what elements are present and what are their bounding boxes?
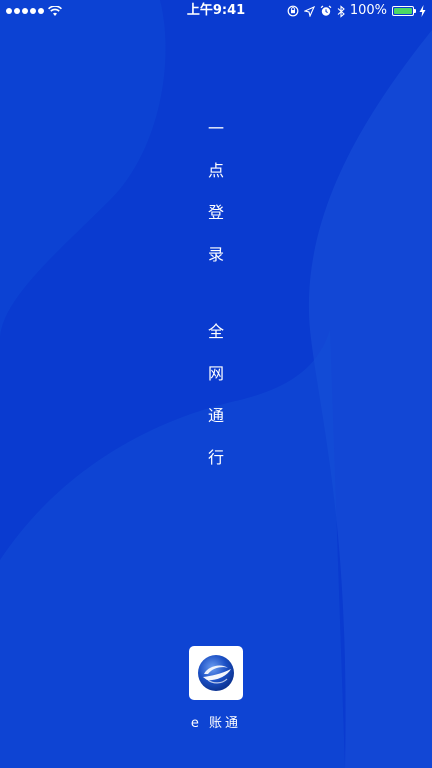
slogan-char: 通: [207, 406, 224, 425]
app-logo: [189, 646, 243, 700]
battery-icon: [392, 6, 416, 16]
splash-screen: 上午9:41 100% 一 点 登 录 全 网 通 行 e 账通: [0, 0, 432, 768]
battery-fill: [394, 8, 412, 14]
slogan-char: 点: [207, 161, 224, 180]
status-right: 100%: [287, 0, 426, 22]
slogan-char: 全: [207, 322, 224, 341]
status-bar: 上午9:41 100%: [0, 0, 432, 22]
orientation-lock-icon: [287, 5, 299, 17]
slogan-char: 行: [207, 448, 224, 467]
alarm-icon: [320, 5, 332, 16]
slogan-char: 一: [207, 119, 224, 138]
battery-percent: 100%: [349, 3, 387, 18]
app-name: e 账通: [190, 716, 242, 731]
slogan-line-1: 一 点 登 录: [0, 119, 432, 287]
location-icon: [303, 5, 315, 17]
slogan-char: 登: [207, 203, 224, 222]
charging-icon: [419, 5, 426, 17]
bluetooth-icon: [337, 4, 345, 18]
slogan-char: 网: [207, 364, 224, 383]
slogan-char: 录: [207, 245, 224, 264]
e-globe-logo-icon: [198, 655, 234, 691]
slogan-line-2: 全 网 通 行: [0, 322, 432, 490]
